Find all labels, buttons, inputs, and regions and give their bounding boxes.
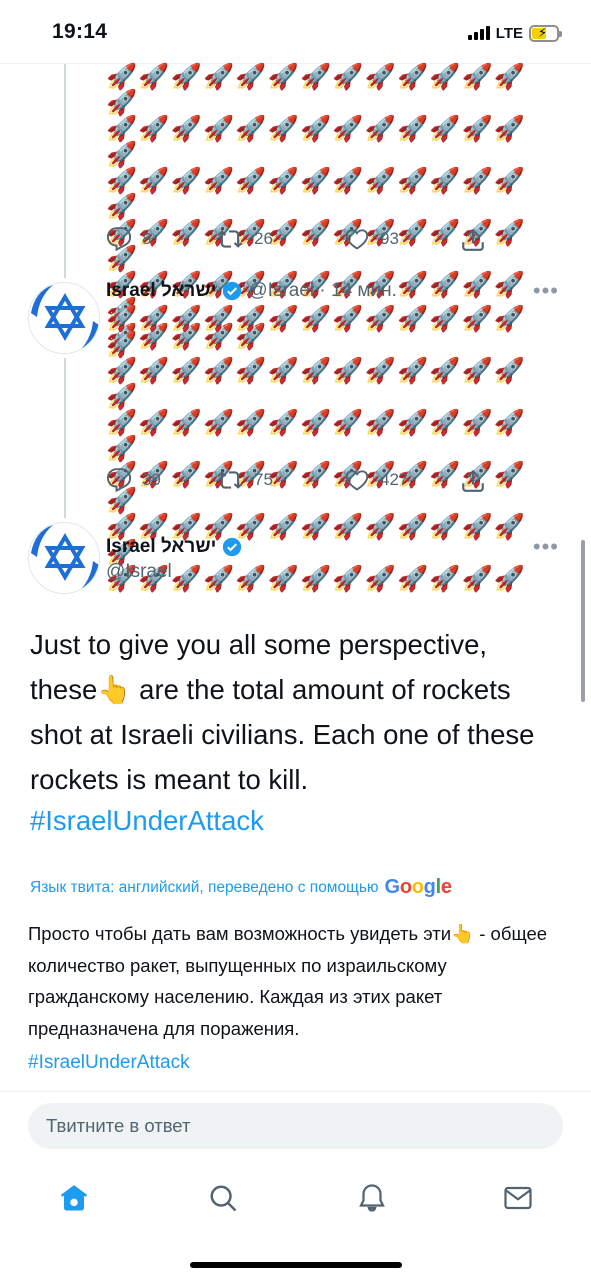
retweet-icon <box>217 471 243 489</box>
thread-line <box>64 358 66 518</box>
translation-note: Язык твита: английский, переведено с пом… <box>30 876 452 899</box>
retweet-icon <box>217 230 243 248</box>
home-icon <box>60 1185 88 1211</box>
more-options-icon[interactable]: ••• <box>533 534 559 560</box>
home-indicator <box>190 1262 402 1268</box>
display-name[interactable]: Israel ישראל <box>106 280 216 302</box>
handle: @Israel <box>106 561 172 582</box>
reply-placeholder: Твитните в ответ <box>46 1115 191 1136</box>
rocket-row: 🚀🚀🚀🚀🚀🚀🚀🚀🚀🚀🚀🚀🚀🚀 <box>106 63 527 117</box>
messages-icon <box>504 1186 532 1210</box>
avatar[interactable] <box>28 282 100 354</box>
verified-badge-icon <box>223 537 242 557</box>
rocket-row: 🚀🚀🚀🚀🚀🚀🚀🚀🚀🚀🚀🚀🚀🚀 <box>106 115 527 169</box>
cellular-signal-icon <box>467 26 490 40</box>
scrollbar[interactable] <box>581 540 585 702</box>
rocket-row: 🚀🚀🚀🚀🚀🚀🚀🚀🚀🚀🚀🚀🚀🚀 <box>106 409 527 463</box>
share-button[interactable] <box>460 226 486 252</box>
rocket-row: 🚀🚀🚀🚀🚀🚀🚀🚀🚀🚀🚀🚀🚀🚀 <box>106 305 527 359</box>
more-options-icon[interactable]: ••• <box>533 278 559 304</box>
status-time: 19:14 <box>52 20 108 43</box>
reply-icon <box>106 468 132 493</box>
share-icon <box>462 469 484 492</box>
tweet-actions: 39 75 427 <box>106 467 496 495</box>
hashtag-link[interactable]: #IsraelUnderAttack <box>30 805 264 837</box>
reply-button[interactable]: 8 <box>106 226 151 252</box>
handle-and-time: @Israel · 14 мин. <box>248 280 397 301</box>
google-logo: Google <box>384 876 452 898</box>
thread-line <box>64 64 66 278</box>
battery-charging-icon: ⚡ <box>529 24 562 42</box>
tweet-actions: 8 26 93 <box>106 226 496 254</box>
tab-notifications[interactable] <box>354 1180 390 1216</box>
translation-note-text: Язык твита: английский, переведено с пом… <box>30 878 379 896</box>
retweet-count: 26 <box>254 229 273 248</box>
tweet-header: Israel ישראל <box>106 536 242 558</box>
heart-icon <box>345 470 369 491</box>
reply-count: 8 <box>142 229 152 248</box>
search-icon <box>210 1185 237 1212</box>
status-bar: 19:14 LTE ⚡ <box>0 0 591 64</box>
heart-icon <box>345 229 369 250</box>
like-button[interactable]: 93 <box>344 226 399 252</box>
rocket-row: 🚀🚀🚀🚀🚀🚀🚀🚀🚀🚀🚀🚀🚀🚀 <box>106 167 527 221</box>
reply-button[interactable]: 39 <box>106 467 161 493</box>
display-name[interactable]: Israel ישראל <box>106 536 216 558</box>
tab-home[interactable] <box>56 1180 92 1216</box>
tab-search[interactable] <box>205 1180 241 1216</box>
translated-hashtag-link[interactable]: #IsraelUnderAttack <box>28 1052 190 1074</box>
retweet-button[interactable]: 75 <box>216 467 273 493</box>
rocket-row: 🚀🚀🚀🚀🚀🚀🚀🚀🚀🚀🚀🚀🚀🚀 <box>106 357 527 411</box>
reply-input[interactable]: Твитните в ответ <box>28 1103 563 1149</box>
retweet-button[interactable]: 26 <box>216 226 273 252</box>
tab-messages[interactable] <box>500 1180 536 1216</box>
tweet-text: Just to give you all some perspective, t… <box>30 629 535 795</box>
like-count: 427 <box>380 470 409 489</box>
bottom-tab-bar <box>0 1170 591 1226</box>
reply-count: 39 <box>142 470 161 489</box>
like-count: 93 <box>380 229 399 248</box>
star-of-david-icon <box>31 525 99 593</box>
like-button[interactable]: 427 <box>344 467 408 493</box>
share-icon <box>462 228 484 251</box>
retweet-count: 75 <box>254 470 273 489</box>
star-of-david-icon <box>31 285 99 353</box>
reply-icon <box>106 227 132 252</box>
share-button[interactable] <box>460 467 486 493</box>
verified-badge-icon <box>223 281 242 301</box>
translated-text: Просто чтобы дать вам возможность увидет… <box>28 923 548 1039</box>
avatar[interactable] <box>28 522 100 594</box>
tweet-header: Israel ישראל @Israel · 14 мин. <box>106 280 397 302</box>
network-type: LTE <box>495 24 523 42</box>
notifications-icon <box>359 1184 385 1212</box>
